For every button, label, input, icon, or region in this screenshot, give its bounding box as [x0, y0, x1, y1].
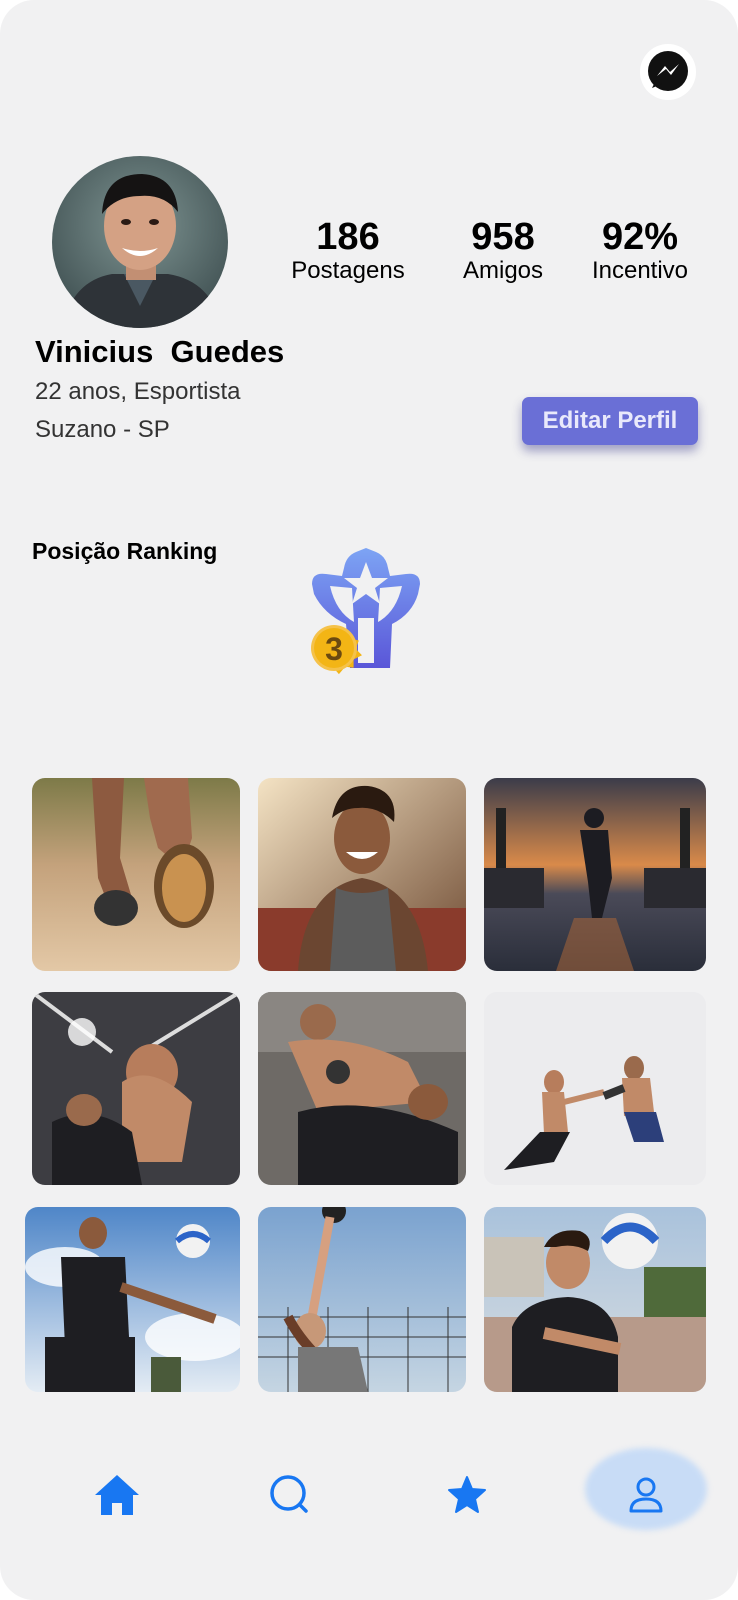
post-volleyball-1[interactable] — [25, 1207, 240, 1392]
nav-profile[interactable] — [611, 1460, 681, 1530]
edit-profile-button[interactable]: Editar Perfil — [522, 397, 698, 445]
post-smiling-athlete[interactable] — [258, 778, 466, 971]
user-icon — [629, 1477, 663, 1513]
stat-friends-value: 958 — [471, 216, 535, 258]
ranking-title: Posição Ranking — [32, 538, 218, 564]
stat-incentive[interactable]: 92% Incentivo — [578, 216, 702, 284]
stat-friends-label: Amigos — [462, 257, 544, 284]
messenger-icon[interactable] — [640, 44, 696, 100]
nav-home[interactable] — [82, 1460, 152, 1530]
post-mma-kick[interactable] — [484, 992, 706, 1185]
post-mma-ground-2[interactable] — [258, 992, 466, 1185]
bottom-nav — [0, 1440, 738, 1550]
post-bridge-runner[interactable] — [484, 778, 706, 971]
profile-name: Vinicius Guedes — [35, 334, 285, 369]
post-volleyball-3[interactable] — [484, 1207, 706, 1392]
ranking-position: 3 — [325, 631, 343, 667]
nav-favorites[interactable] — [432, 1460, 502, 1530]
profile-age-sport: 22 anos, Esportista — [35, 378, 241, 405]
home-icon — [95, 1475, 139, 1515]
profile-location: Suzano - SP — [35, 416, 170, 443]
profile-screen: 186 Postagens 958 Amigos 92% Incentivo V… — [0, 0, 738, 1600]
stat-posts-value: 186 — [316, 216, 380, 258]
nav-search[interactable] — [255, 1460, 325, 1530]
post-running-shoes[interactable] — [32, 778, 240, 971]
stat-incentive-label: Incentivo — [591, 257, 689, 284]
post-volleyball-2[interactable] — [258, 1207, 466, 1392]
stat-posts[interactable]: 186 Postagens — [286, 216, 410, 284]
star-icon — [448, 1476, 486, 1513]
stat-incentive-value: 92% — [601, 216, 679, 258]
stat-posts-label: Postagens — [291, 257, 405, 284]
avatar[interactable] — [52, 156, 228, 328]
stat-friends[interactable]: 958 Amigos — [448, 216, 558, 284]
search-icon — [270, 1475, 308, 1513]
post-mma-ground-1[interactable] — [32, 992, 240, 1185]
ranking-trophy-icon: 3 — [290, 548, 435, 718]
